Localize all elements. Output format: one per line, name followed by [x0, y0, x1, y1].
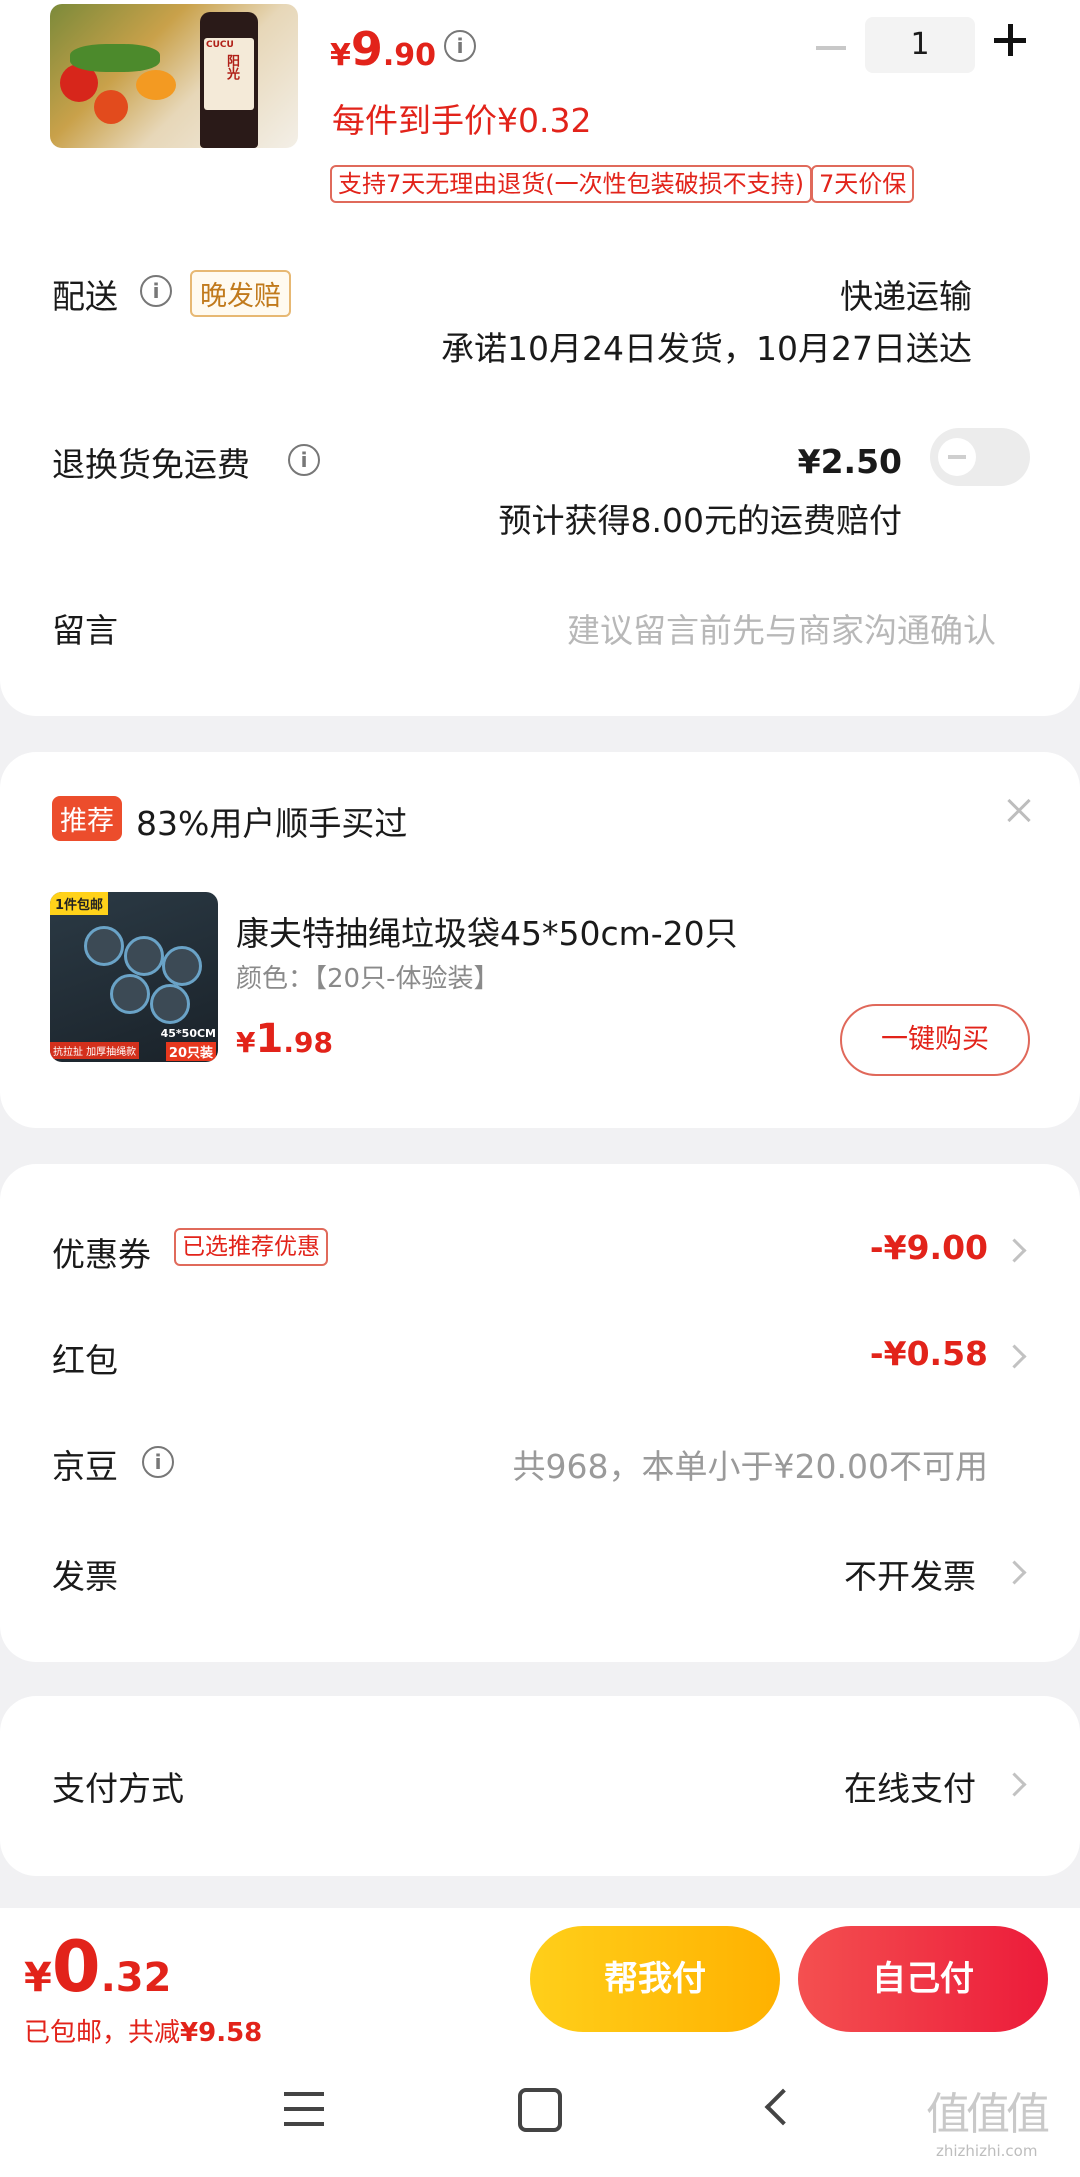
payment-value: 在线支付 — [844, 1769, 976, 1808]
image-tag-top: 1件包邮 — [50, 892, 109, 915]
recommend-product-spec: 颜色：【20只-体验装】 — [236, 964, 500, 994]
price-protect-tag: 7天价保 — [811, 165, 915, 203]
product-price: ¥9.90 — [330, 22, 437, 76]
message-label: 留言 — [52, 611, 118, 650]
jingdou-label: 京豆 — [52, 1447, 118, 1486]
recommend-badge: 推荐 — [52, 796, 122, 841]
total-price: ¥0.32 — [24, 1926, 172, 2008]
system-nav-bar: 值值值 zhizhizhi.com — [0, 2058, 1080, 2177]
coupon-value: -¥9.00 — [869, 1228, 988, 1267]
jingdou-info-icon[interactable]: i — [142, 1446, 174, 1478]
coupon-badge: 已选推荐优惠 — [174, 1228, 328, 1266]
back-icon[interactable] — [764, 2088, 802, 2126]
recent-apps-icon[interactable] — [284, 2090, 324, 2128]
image-tag-bottom: 抗拉扯 加厚抽绳款 — [50, 1042, 140, 1059]
redpacket-label: 红包 — [52, 1341, 118, 1380]
redpacket-row[interactable]: 红包 -¥0.58 — [0, 1310, 1080, 1400]
image-tag-count: 20只装 — [165, 1042, 216, 1061]
recommend-product-name[interactable]: 康夫特抽绳垃圾袋45*50cm-20只 — [236, 907, 738, 955]
total-summary: 已包邮，共减¥9.58 — [24, 2018, 263, 2048]
invoice-label: 发票 — [52, 1557, 118, 1596]
redpacket-chevron-icon — [1002, 1344, 1027, 1369]
invoice-value: 不开发票 — [844, 1557, 976, 1596]
recommend-title: 83%用户顺手买过 — [136, 804, 408, 843]
delivery-promise: 承诺10月24日发货，10月27日送达 — [441, 329, 972, 368]
coupon-row[interactable]: 优惠券 已选推荐优惠 -¥9.00 — [0, 1204, 1080, 1294]
checkout-bar: ¥0.32 已包邮，共减¥9.58 帮我付 自己付 — [0, 1908, 1080, 2058]
price-info-icon[interactable]: i — [444, 30, 476, 62]
return-shipping-note: 预计获得8.00元的运费赔付 — [498, 501, 902, 540]
close-icon[interactable] — [1004, 796, 1034, 826]
watermark-logo: 值值值 — [926, 2089, 1050, 2140]
product-image[interactable]: CUCU 阳光 — [50, 4, 298, 148]
discount-card: 优惠券 已选推荐优惠 -¥9.00 红包 -¥0.58 京豆 i 共968，本单… — [0, 1164, 1080, 1662]
invoice-row[interactable]: 发票 不开发票 — [0, 1528, 1080, 1618]
delivery-label: 配送 — [52, 277, 118, 316]
return-shipping-info-icon[interactable]: i — [288, 444, 320, 476]
image-tag-size: 45*50CM — [160, 1027, 216, 1040]
invoice-chevron-icon — [1002, 1560, 1027, 1585]
delivery-method[interactable]: 快递运输 — [840, 270, 972, 318]
delivery-info-icon[interactable]: i — [140, 275, 172, 307]
redpacket-value: -¥0.58 — [869, 1334, 988, 1373]
help-pay-button[interactable]: 帮我付 — [530, 1926, 780, 2032]
late-delivery-badge: 晚发赔 — [190, 270, 291, 317]
message-input[interactable]: 建议留言前先与商家沟通确认 — [567, 604, 996, 652]
qty-plus-button[interactable] — [994, 24, 1026, 56]
self-pay-button[interactable]: 自己付 — [798, 1926, 1048, 2032]
return-shipping-label: 退换货免运费 — [52, 445, 250, 484]
return-shipping-toggle[interactable] — [930, 428, 1030, 486]
return-policy-tag: 支持7天无理由退货(一次性包装破损不支持) — [330, 165, 812, 203]
return-shipping-price: ¥2.50 — [797, 442, 902, 481]
recommend-card: 推荐 83%用户顺手买过 1件包邮 45*50CM 20只装 抗拉扯 加厚抽绳款… — [0, 752, 1080, 1128]
payment-chevron-icon — [1002, 1772, 1027, 1797]
jingdou-value: 共968，本单小于¥20.00不可用 — [512, 1447, 988, 1486]
one-click-buy-button[interactable]: 一键购买 — [840, 1004, 1030, 1076]
recommend-price: ¥1.98 — [236, 1016, 333, 1062]
watermark-url: zhizhizhi.com — [936, 2142, 1038, 2160]
qty-field[interactable]: 1 — [865, 17, 975, 73]
recommend-product-image[interactable]: 1件包邮 45*50CM 20只装 抗拉扯 加厚抽绳款 — [50, 892, 218, 1062]
per-item-price: 每件到手价¥0.32 — [332, 101, 592, 140]
home-icon[interactable] — [518, 2088, 562, 2132]
bottle-brand-label: CUCU — [206, 40, 234, 50]
jingdou-row: 京豆 i 共968，本单小于¥20.00不可用 — [0, 1418, 1080, 1508]
qty-minus-button[interactable] — [816, 46, 846, 50]
coupon-chevron-icon — [1002, 1238, 1027, 1263]
order-info-card: CUCU 阳光 ¥9.90 i 1 每件到手价¥0.32 支持7天无理由退货(一… — [0, 0, 1080, 716]
payment-card[interactable]: 支付方式 在线支付 — [0, 1696, 1080, 1876]
toggle-knob — [938, 438, 976, 476]
bottle-graphic: CUCU 阳光 — [200, 12, 258, 148]
payment-label: 支付方式 — [52, 1769, 184, 1808]
coupon-label: 优惠券 — [52, 1235, 151, 1274]
bottle-name-label: 阳光 — [224, 54, 239, 80]
